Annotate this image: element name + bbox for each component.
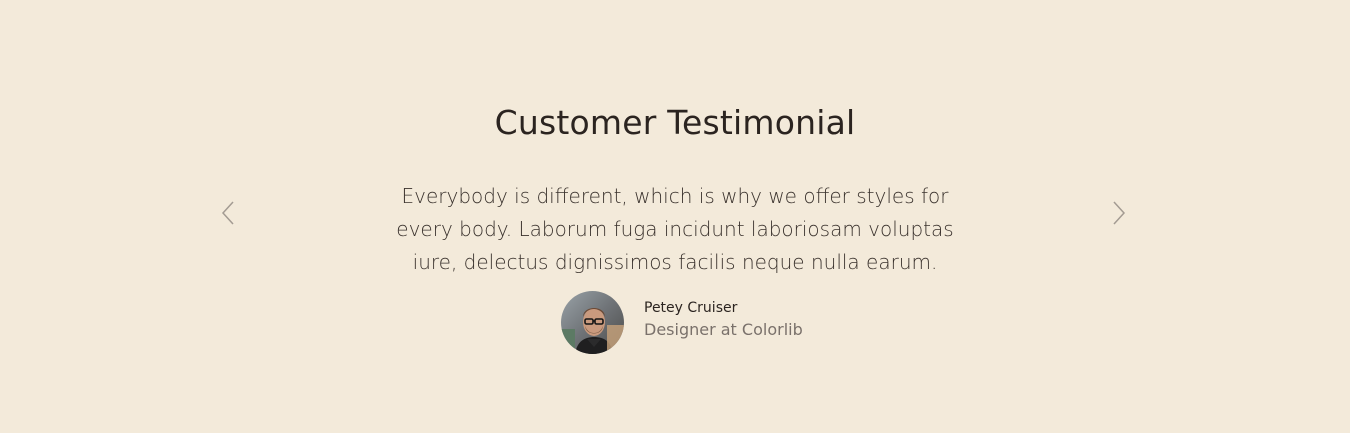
avatar (561, 290, 624, 354)
testimonial-author: Petey Cruiser Designer at Colorlib (561, 290, 803, 354)
author-info: Petey Cruiser Designer at Colorlib (644, 298, 803, 342)
testimonial-section: Customer Testimonial Everybody is differ… (0, 0, 1350, 433)
author-name: Petey Cruiser (644, 300, 738, 316)
section-title: Customer Testimonial (494, 103, 856, 143)
chevron-left-icon (221, 201, 234, 225)
previous-testimonial-button[interactable] (218, 198, 238, 228)
next-testimonial-button[interactable] (1109, 198, 1129, 228)
testimonial-quote: Everybody is different, which is why we … (396, 184, 954, 274)
chevron-right-icon (1113, 201, 1126, 225)
author-role: Designer at Colorlib (644, 320, 803, 339)
